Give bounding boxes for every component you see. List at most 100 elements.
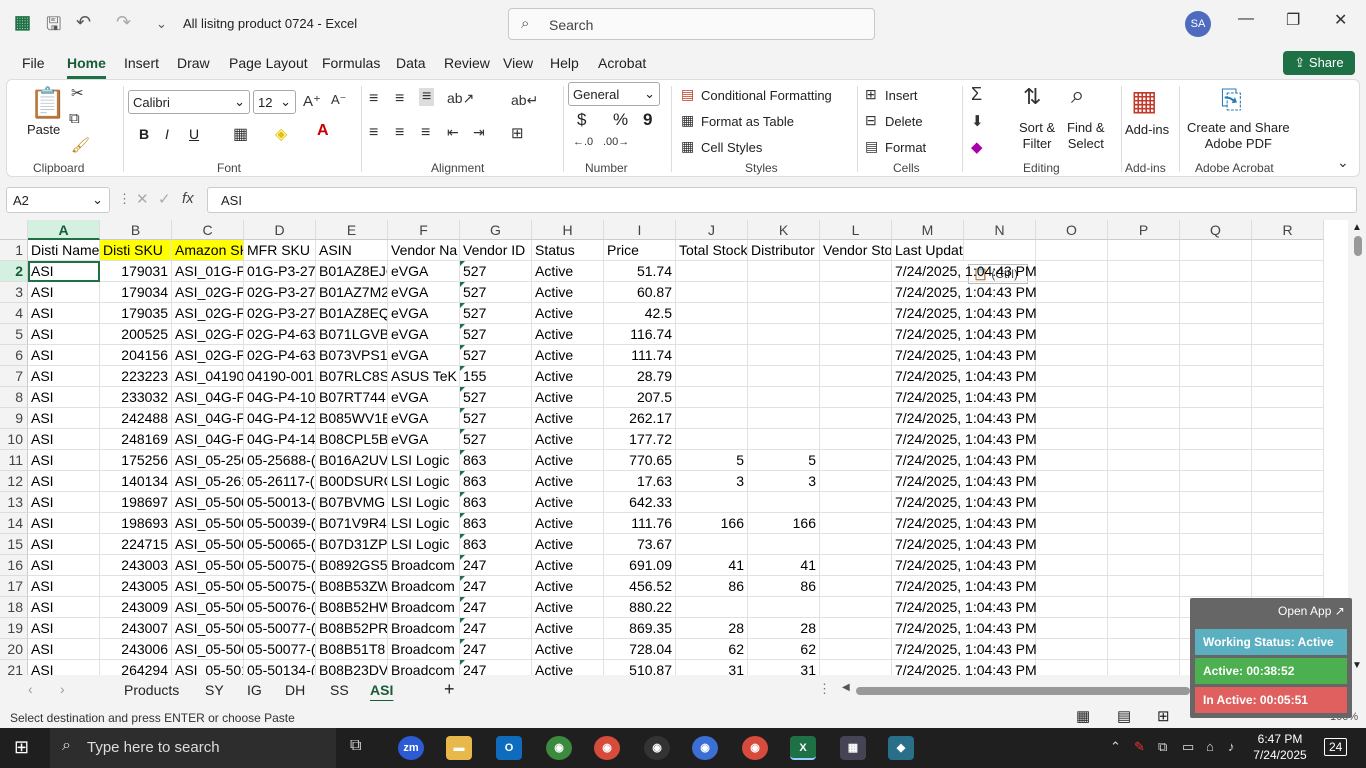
table-cell[interactable]: Active [532,345,604,366]
decrease-font-icon[interactable]: A⁻ [331,92,347,108]
table-cell[interactable] [1108,576,1180,597]
sheet-tab-products[interactable]: Products [124,682,179,698]
close-icon[interactable]: ✕ [1334,10,1347,30]
windows-start-icon[interactable]: ⊞ [14,737,29,758]
row-header[interactable]: 14 [0,513,28,534]
table-cell[interactable]: Active [532,513,604,534]
create-share-pdf-button[interactable]: Create and Share Adobe PDF [1187,120,1290,152]
table-cell[interactable]: 247 [460,555,532,576]
table-cell[interactable] [1036,555,1108,576]
table-cell[interactable]: 243006 [100,639,172,660]
insert-function-icon[interactable]: fx [182,190,194,207]
table-cell[interactable]: ASI [28,639,100,660]
table-cell[interactable]: 31 [748,660,820,675]
table-cell[interactable]: 111.76 [604,513,676,534]
table-cell[interactable]: 642.33 [604,492,676,513]
table-cell[interactable] [820,345,892,366]
table-cell[interactable]: 7/24/2025, 1:04:43 PM [892,492,1037,513]
table-cell[interactable] [1108,618,1180,639]
table-cell[interactable]: LSI Logic [388,534,460,555]
table-cell[interactable]: 527 [460,282,532,303]
table-cell[interactable]: 86 [748,576,820,597]
column-title-cell[interactable]: Status [532,240,604,261]
table-cell[interactable] [1036,261,1108,282]
table-cell[interactable] [1036,618,1108,639]
decrease-decimal-icon[interactable]: .00→ [603,136,629,148]
chrome-icon[interactable]: ◉ [742,736,768,760]
row-header[interactable]: 2 [0,261,28,282]
scroll-thumb[interactable] [1354,236,1362,256]
wrap-text-icon[interactable]: ab↵ [511,92,538,109]
outlook-icon[interactable]: O [496,736,522,760]
column-header[interactable]: J [676,220,748,240]
empty-cell[interactable] [1108,240,1180,261]
table-cell[interactable] [1036,492,1108,513]
table-cell[interactable]: ASI [28,324,100,345]
table-cell[interactable] [1252,471,1324,492]
column-title-cell[interactable]: Disti SKU [100,240,172,261]
table-cell[interactable]: ASI [28,303,100,324]
table-cell[interactable]: 863 [460,513,532,534]
scroll-up-icon[interactable]: ▲ [1352,222,1362,233]
table-cell[interactable] [1180,471,1252,492]
table-cell[interactable]: B08CPL5B [316,429,388,450]
table-cell[interactable] [676,387,748,408]
table-cell[interactable]: 7/24/2025, 1:04:43 PM [892,660,1037,675]
column-header[interactable]: L [820,220,892,240]
table-cell[interactable]: 175256 [100,450,172,471]
table-cell[interactable]: Active [532,450,604,471]
table-cell[interactable] [1252,387,1324,408]
table-cell[interactable] [1108,429,1180,450]
table-cell[interactable]: 04190-001 [244,366,316,387]
table-cell[interactable]: B08B52HW [316,597,388,618]
column-header[interactable]: M [892,220,964,240]
row-header[interactable]: 1 [0,240,28,261]
row-header[interactable]: 19 [0,618,28,639]
table-cell[interactable]: 05-50077-( [244,618,316,639]
font-color-icon[interactable]: A [317,122,329,140]
column-title-cell[interactable]: Vendor ID [460,240,532,261]
table-cell[interactable]: B071LGVB [316,324,388,345]
table-cell[interactable]: 177.72 [604,429,676,450]
table-cell[interactable] [1252,576,1324,597]
table-cell[interactable]: 691.09 [604,555,676,576]
table-cell[interactable] [1108,471,1180,492]
column-header[interactable]: K [748,220,820,240]
menu-tab-help[interactable]: Help [550,55,579,71]
table-cell[interactable]: 247 [460,618,532,639]
volume-icon[interactable]: ♪ [1228,739,1235,754]
table-cell[interactable] [748,597,820,618]
table-cell[interactable] [748,282,820,303]
table-cell[interactable]: B00DSURC [316,471,388,492]
column-title-cell[interactable]: Price [604,240,676,261]
table-cell[interactable]: ASI [28,345,100,366]
align-middle-icon[interactable]: ≡ [395,90,404,108]
table-cell[interactable] [1180,534,1252,555]
table-cell[interactable]: 527 [460,324,532,345]
table-cell[interactable]: ASI_05-500 [172,534,244,555]
table-cell[interactable]: 31 [676,660,748,675]
table-cell[interactable] [1036,324,1108,345]
table-cell[interactable]: ASI_05-500 [172,492,244,513]
table-cell[interactable] [1036,366,1108,387]
table-cell[interactable] [748,534,820,555]
table-cell[interactable]: Active [532,471,604,492]
table-cell[interactable] [820,450,892,471]
table-cell[interactable] [820,660,892,675]
table-cell[interactable] [748,324,820,345]
row-header[interactable]: 11 [0,450,28,471]
underline-button[interactable]: U [189,126,199,142]
table-cell[interactable]: 60.87 [604,282,676,303]
table-cell[interactable] [1252,534,1324,555]
table-cell[interactable]: ASI [28,492,100,513]
table-cell[interactable] [820,471,892,492]
table-cell[interactable] [1108,450,1180,471]
table-cell[interactable] [820,303,892,324]
row-header[interactable]: 9 [0,408,28,429]
table-cell[interactable] [748,366,820,387]
column-header[interactable]: B [100,220,172,240]
table-cell[interactable] [676,261,748,282]
formula-input[interactable]: ASI [207,187,1357,213]
table-cell[interactable]: ASI_02G-P [172,282,244,303]
table-cell[interactable] [1036,450,1108,471]
